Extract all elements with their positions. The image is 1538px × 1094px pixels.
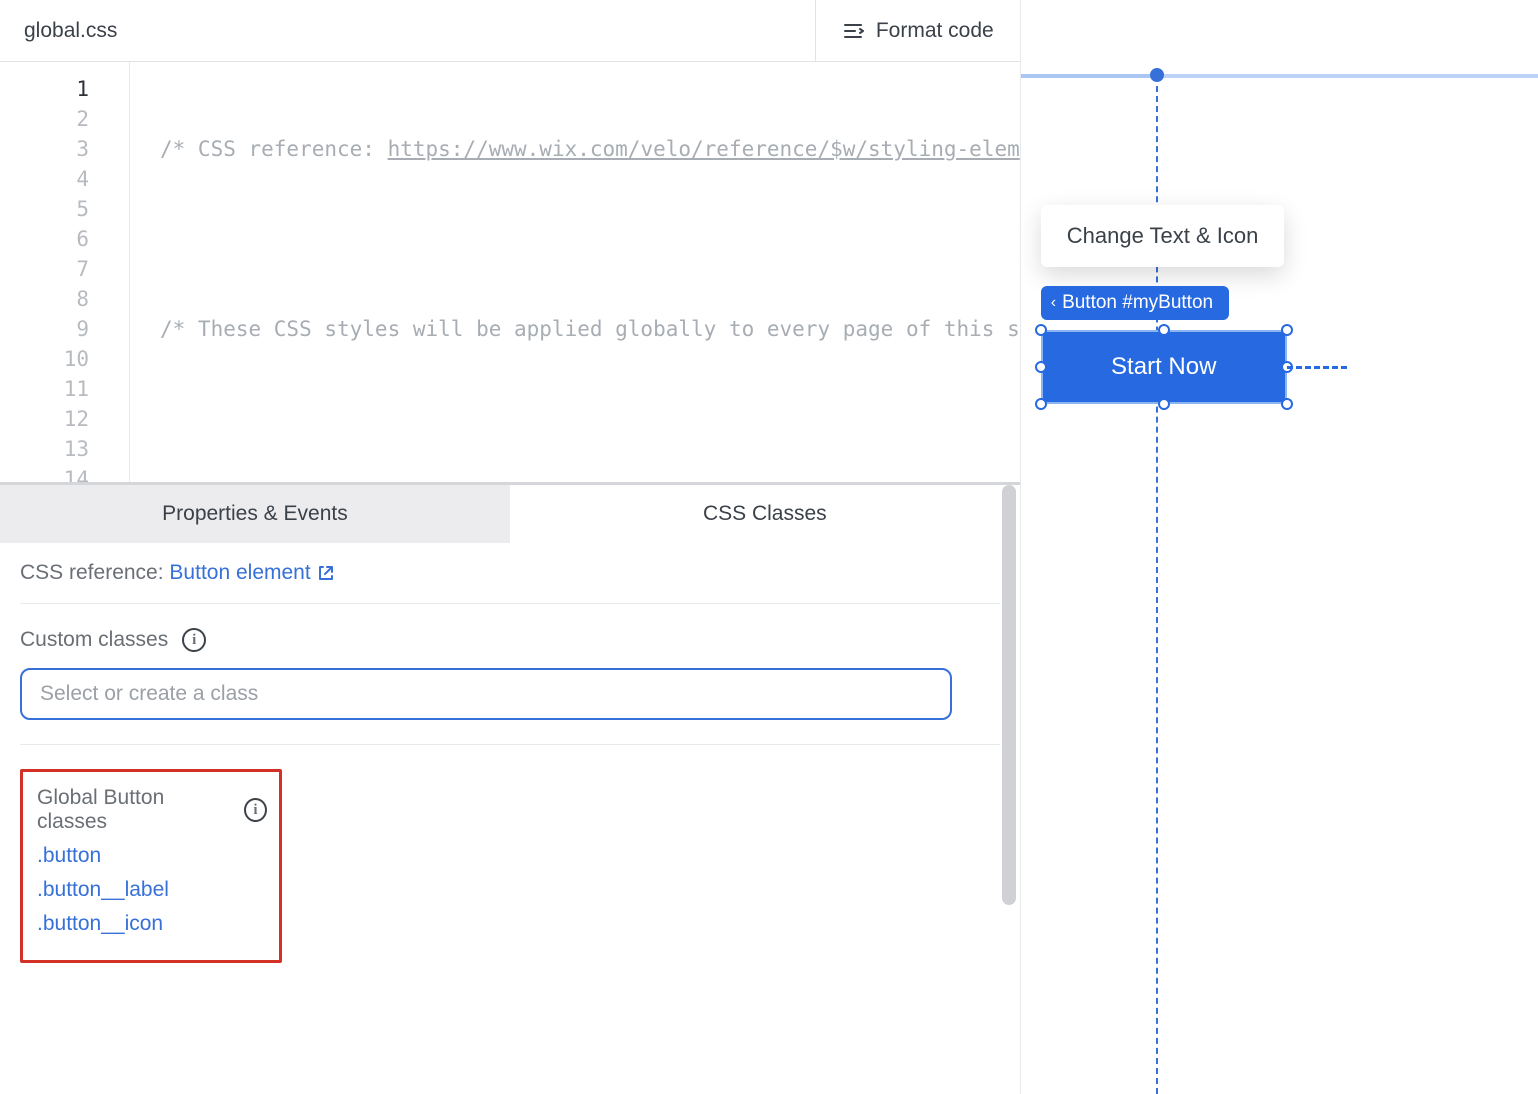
global-class-item[interactable]: .button__icon xyxy=(37,912,267,936)
custom-classes-label: Custom classes i xyxy=(20,628,1000,652)
format-code-button[interactable]: Format code xyxy=(815,0,1020,61)
format-code-label: Format code xyxy=(876,19,994,43)
resize-handle[interactable] xyxy=(1281,324,1293,336)
format-code-icon xyxy=(842,22,864,40)
line-number-gutter: 1234567891011121314 xyxy=(0,62,130,482)
resize-handle[interactable] xyxy=(1035,324,1047,336)
change-text-icon-tooltip[interactable]: Change Text & Icon xyxy=(1041,205,1285,267)
css-reference-row: CSS reference: Button element xyxy=(20,561,1000,604)
tab-css-classes[interactable]: CSS Classes xyxy=(510,485,1020,543)
info-icon[interactable]: i xyxy=(182,628,206,652)
resize-handle[interactable] xyxy=(1035,361,1047,373)
selected-element[interactable]: Start Now xyxy=(1041,330,1287,404)
scrollbar-thumb[interactable] xyxy=(1002,485,1016,905)
css-reference-link[interactable]: Button element xyxy=(169,561,334,585)
info-icon[interactable]: i xyxy=(244,798,267,822)
canvas-preview[interactable]: Change Text & Icon ‹ Button #myButton St… xyxy=(1021,0,1538,1094)
global-classes-box: Global Button classes i .button .button_… xyxy=(20,769,282,963)
element-breadcrumb[interactable]: ‹ Button #myButton xyxy=(1041,286,1229,320)
custom-class-input[interactable] xyxy=(20,668,952,720)
code-area[interactable]: /* CSS reference: https://www.wix.com/ve… xyxy=(130,62,1020,482)
divider xyxy=(20,744,1000,745)
code-editor[interactable]: 1234567891011121314 /* CSS reference: ht… xyxy=(0,62,1020,482)
editor-header: global.css Format code xyxy=(0,0,1020,62)
start-now-button[interactable]: Start Now xyxy=(1041,330,1287,404)
resize-handle[interactable] xyxy=(1158,398,1170,410)
external-link-icon xyxy=(317,564,335,582)
file-name: global.css xyxy=(24,19,117,42)
resize-handle[interactable] xyxy=(1158,324,1170,336)
global-class-item[interactable]: .button xyxy=(37,844,267,868)
resize-handle[interactable] xyxy=(1281,398,1293,410)
css-reference-label: CSS reference: xyxy=(20,561,164,584)
tab-properties-events[interactable]: Properties & Events xyxy=(0,485,510,543)
ruler-track[interactable] xyxy=(1021,74,1538,78)
global-class-item[interactable]: .button__label xyxy=(37,878,267,902)
resize-handle[interactable] xyxy=(1035,398,1047,410)
spacing-guide xyxy=(1287,366,1347,369)
chevron-left-icon: ‹ xyxy=(1051,294,1056,312)
file-tab[interactable]: global.css xyxy=(0,19,141,43)
guide-handle[interactable] xyxy=(1150,68,1164,82)
panel-tabs: Properties & Events CSS Classes xyxy=(0,485,1020,543)
global-classes-label: Global Button classes xyxy=(37,786,230,834)
bottom-panel: Properties & Events CSS Classes CSS refe… xyxy=(0,482,1020,1094)
